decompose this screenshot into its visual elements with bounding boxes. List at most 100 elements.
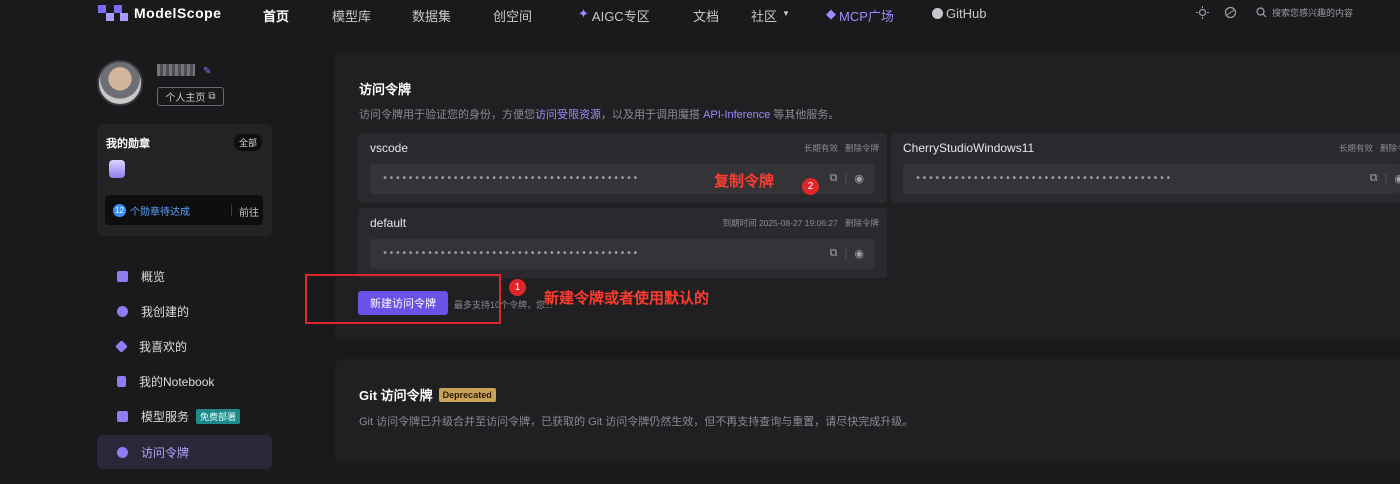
copy-icon[interactable]: ⧉: [830, 172, 838, 185]
logo-text: ModelScope: [134, 5, 222, 21]
delete-token-link[interactable]: 删除令牌: [845, 143, 879, 153]
annotation-step-2-text: 复制令牌: [714, 173, 775, 190]
sidebar-item-notebook[interactable]: 我的Notebook: [97, 364, 272, 398]
eye-icon[interactable]: ◉: [854, 172, 864, 185]
nav-aigc[interactable]: ✦ AIGC专区: [578, 6, 650, 25]
token-validity: 长期有效: [803, 143, 838, 153]
deprecated-badge: Deprecated: [438, 387, 496, 402]
search-input[interactable]: 搜索您感兴趣的内容: [1256, 6, 1353, 19]
github-icon: [932, 8, 943, 19]
homepage-button[interactable]: 个人主页 ⧉: [157, 87, 224, 106]
sidebar-item-access-tokens[interactable]: 访问令牌: [97, 435, 272, 469]
sidebar-item-label: 我创建的: [141, 304, 190, 319]
diamond-icon: ◆: [826, 6, 836, 21]
desc-text: 访问令牌用于验证您的身份，方便您: [359, 109, 535, 121]
token-field: ••••••••••••••••••••••••••••••••••••••••…: [370, 164, 874, 194]
delete-token-link[interactable]: 删除令牌: [1380, 143, 1400, 153]
token-meta: 长期有效 删除令牌: [1339, 142, 1400, 154]
token-field: ••••••••••••••••••••••••••••••••••••••••…: [370, 239, 874, 269]
eye-icon[interactable]: ◉: [854, 247, 864, 260]
notebook-icon: [117, 375, 126, 387]
external-link-icon: ⧉: [208, 91, 216, 102]
home-icon: [117, 270, 128, 282]
git-tokens-title: Git 访问令牌: [359, 388, 433, 403]
nav-github[interactable]: GitHub: [932, 6, 986, 21]
nav-docs[interactable]: 文档: [693, 6, 719, 25]
sidebar-item-label: 模型服务: [141, 409, 190, 424]
divider: |: [844, 247, 848, 260]
search-icon: [1256, 7, 1267, 18]
access-tokens-description: 访问令牌用于验证您的身份，方便您访问受限资源，以及用于调用魔搭 API-Infe…: [359, 106, 839, 122]
avatar[interactable]: [97, 60, 143, 106]
caret-down-icon: ▼: [782, 9, 790, 18]
annotation-highlight-box: [305, 274, 501, 324]
badges-title: 我的勋章: [106, 138, 150, 150]
nav-mcp-label: MCP广场: [839, 9, 894, 24]
access-tokens-title: 访问令牌: [359, 82, 412, 97]
key-icon: [117, 446, 128, 458]
nav-home[interactable]: 首页: [263, 6, 289, 25]
git-tokens-title-row: Git 访问令牌 Deprecated: [359, 385, 496, 404]
create-icon: [117, 305, 128, 317]
edit-icon[interactable]: ✎: [203, 66, 211, 77]
token-validity: 长期有效: [1338, 143, 1373, 153]
homepage-label: 个人主页: [165, 93, 206, 104]
sidebar-item-model-service[interactable]: 模型服务 免费部署: [97, 399, 272, 433]
divider: |: [844, 172, 848, 185]
api-inference-link[interactable]: API-Inference: [703, 109, 770, 121]
desc-text: ，以及用于调用魔搭: [601, 109, 704, 121]
sidebar-item-overview[interactable]: 概览: [97, 259, 272, 293]
logo-icon: [98, 5, 128, 21]
eye-icon[interactable]: ◉: [1394, 172, 1400, 185]
badges-go-link[interactable]: 前往: [239, 204, 259, 219]
sidebar-item-label: 访问令牌: [141, 445, 190, 460]
badge-icon[interactable]: [109, 160, 125, 178]
theme-toggle-icon[interactable]: [1196, 6, 1209, 22]
nav-aigc-label: AIGC专区: [591, 9, 650, 24]
sidebar-item-liked[interactable]: 我喜欢的: [97, 329, 272, 363]
token-masked-value: ••••••••••••••••••••••••••••••••••••••••: [382, 248, 639, 259]
token-field: ••••••••••••••••••••••••••••••••••••••••…: [903, 164, 1400, 194]
nav-community-label: 社区: [751, 9, 778, 24]
badges-all-button[interactable]: 全部: [233, 134, 262, 151]
nav-mcp[interactable]: ◆ MCP广场: [826, 6, 894, 25]
copy-icon[interactable]: ⧉: [1370, 172, 1378, 185]
heart-icon: [115, 339, 128, 353]
nav-studios[interactable]: 创空间: [493, 6, 532, 25]
annotation-step-1: 1: [509, 279, 526, 296]
token-meta: 长期有效 删除令牌: [804, 142, 879, 154]
token-name: CherryStudioWindows11: [903, 141, 1035, 155]
annotation-step-1-text: 新建令牌或者使用默认的: [544, 290, 710, 307]
copy-icon[interactable]: ⧉: [830, 247, 838, 260]
badges-count: 12: [113, 203, 126, 217]
free-deploy-tag: 免费部署: [196, 408, 241, 424]
annotation-step-2: 2: [802, 178, 819, 195]
token-meta: 到期时间 2025-08-27 19:06:27 删除令牌: [723, 217, 879, 229]
token-masked-value: ••••••••••••••••••••••••••••••••••••••••: [382, 173, 639, 184]
nav-datasets[interactable]: 数据集: [412, 6, 451, 25]
token-card-default: default 到期时间 2025-08-27 19:06:27 删除令牌 ••…: [358, 208, 887, 278]
cube-icon: [117, 410, 128, 422]
search-placeholder: 搜索您感兴趣的内容: [1272, 8, 1354, 18]
desc-text: 等其他服务。: [770, 109, 840, 121]
restricted-resources-link[interactable]: 访问受限资源: [535, 109, 601, 121]
git-tokens-description: Git 访问令牌已升级合并至访问令牌，已获取的 Git 访问令牌仍然生效，但不再…: [359, 416, 914, 428]
sidebar-item-label: 我喜欢的: [139, 339, 188, 354]
token-masked-value: ••••••••••••••••••••••••••••••••••••••••: [915, 173, 1172, 184]
badges-pending-text: 个勋章待达成: [130, 206, 190, 218]
divider: |: [1384, 172, 1388, 185]
sparkle-icon: ✦: [578, 6, 589, 21]
badges-pending-strip[interactable]: 12 个勋章待达成 前往: [105, 195, 263, 225]
sidebar-item-label: 我的Notebook: [139, 374, 215, 389]
delete-token-link[interactable]: 删除令牌: [845, 218, 879, 228]
token-validity: 到期时间 2025-08-27 19:06:27: [722, 218, 838, 228]
sidebar-item-label: 概览: [141, 269, 166, 284]
language-icon[interactable]: [1224, 6, 1237, 22]
token-name: default: [370, 216, 407, 230]
sidebar-item-created[interactable]: 我创建的: [97, 294, 272, 328]
nav-github-label: GitHub: [946, 6, 987, 21]
logo[interactable]: ModelScope: [98, 5, 221, 21]
git-tokens-panel: Git 访问令牌 Deprecated Git 访问令牌已升级合并至访问令牌，已…: [335, 359, 1400, 463]
nav-models[interactable]: 模型库: [332, 6, 371, 25]
nav-community[interactable]: 社区 ▼: [751, 6, 790, 25]
